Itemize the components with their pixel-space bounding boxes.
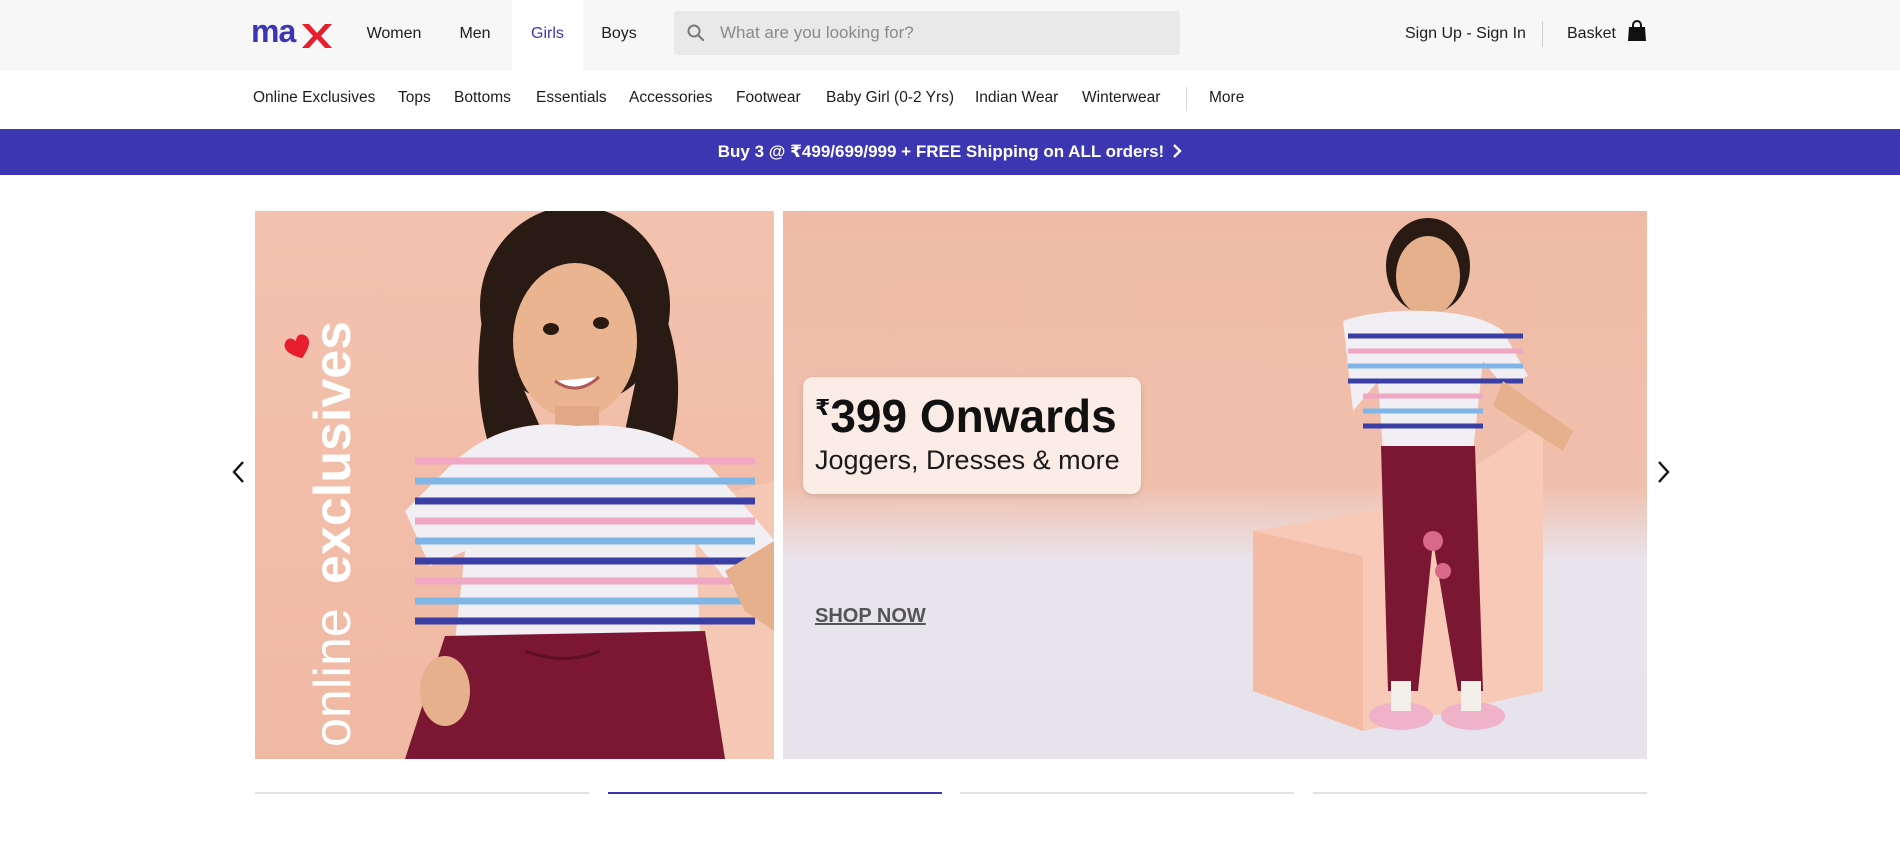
offer-price: ₹399 Onwards <box>815 389 1117 443</box>
category-bottoms[interactable]: Bottoms <box>454 70 511 129</box>
hero-banner[interactable]: online exclusives ₹399 Onwards Joggers, … <box>255 211 1647 759</box>
category-accessories[interactable]: Accessories <box>629 70 713 129</box>
dept-boys[interactable]: Boys <box>586 0 652 70</box>
slide-indicator-4[interactable] <box>1313 792 1647 794</box>
category-winterwear[interactable]: Winterwear <box>1082 70 1160 129</box>
category-baby-girl[interactable]: Baby Girl (0-2 Yrs) <box>826 70 954 129</box>
category-indian-wear[interactable]: Indian Wear <box>975 70 1058 129</box>
chevron-right-icon <box>1172 129 1182 174</box>
search-box <box>674 11 1180 55</box>
offer-card: ₹399 Onwards Joggers, Dresses & more <box>803 377 1141 494</box>
slide-indicator-2[interactable] <box>608 792 942 794</box>
banner-gap <box>774 211 783 759</box>
svg-text:online: online <box>304 608 362 747</box>
banner-right-panel: ₹399 Onwards Joggers, Dresses & more SHO… <box>783 211 1647 759</box>
shopping-bag-icon[interactable] <box>1626 20 1648 42</box>
slide-indicator-1[interactable] <box>255 792 589 794</box>
offer-subtitle: Joggers, Dresses & more <box>815 445 1120 475</box>
rupee-symbol: ₹ <box>815 395 831 420</box>
dept-girls[interactable]: Girls <box>512 0 583 70</box>
svg-text:ma: ma <box>251 18 296 48</box>
dept-women[interactable]: Women <box>355 0 433 70</box>
header: ma Women Men Girls Boys Sign Up - Sign I… <box>0 0 1900 70</box>
category-tops[interactable]: Tops <box>398 70 431 129</box>
category-online-exclusives[interactable]: Online Exclusives <box>253 70 375 129</box>
online-exclusives-vertical-text: online exclusives <box>304 321 362 747</box>
category-nav: Online Exclusives Tops Bottoms Essential… <box>0 70 1900 129</box>
promo-banner[interactable]: Buy 3 @ ₹499/699/999 + FREE Shipping on … <box>0 129 1900 175</box>
sign-in-link[interactable]: Sign Up - Sign In <box>1405 0 1526 68</box>
basket-link[interactable]: Basket <box>1567 0 1616 68</box>
category-footwear[interactable]: Footwear <box>736 70 801 129</box>
carousel-next-button[interactable] <box>1650 457 1676 487</box>
category-divider <box>1186 87 1187 111</box>
promo-text: Buy 3 @ ₹499/699/999 + FREE Shipping on … <box>717 142 1165 161</box>
shop-now-link[interactable]: SHOP NOW <box>815 605 926 628</box>
dept-men[interactable]: Men <box>440 0 510 70</box>
carousel-prev-button[interactable] <box>226 457 252 487</box>
max-logo[interactable]: ma <box>251 18 343 48</box>
banner-left-panel: online exclusives <box>255 211 774 759</box>
heart-icon <box>284 334 310 359</box>
category-more[interactable]: More <box>1209 70 1244 129</box>
offer-price-text: 399 Onwards <box>830 390 1117 442</box>
slide-indicator-3[interactable] <box>960 792 1294 794</box>
search-icon[interactable] <box>686 23 706 43</box>
category-essentials[interactable]: Essentials <box>536 70 607 129</box>
header-divider <box>1542 21 1543 47</box>
search-input[interactable] <box>720 11 1160 55</box>
